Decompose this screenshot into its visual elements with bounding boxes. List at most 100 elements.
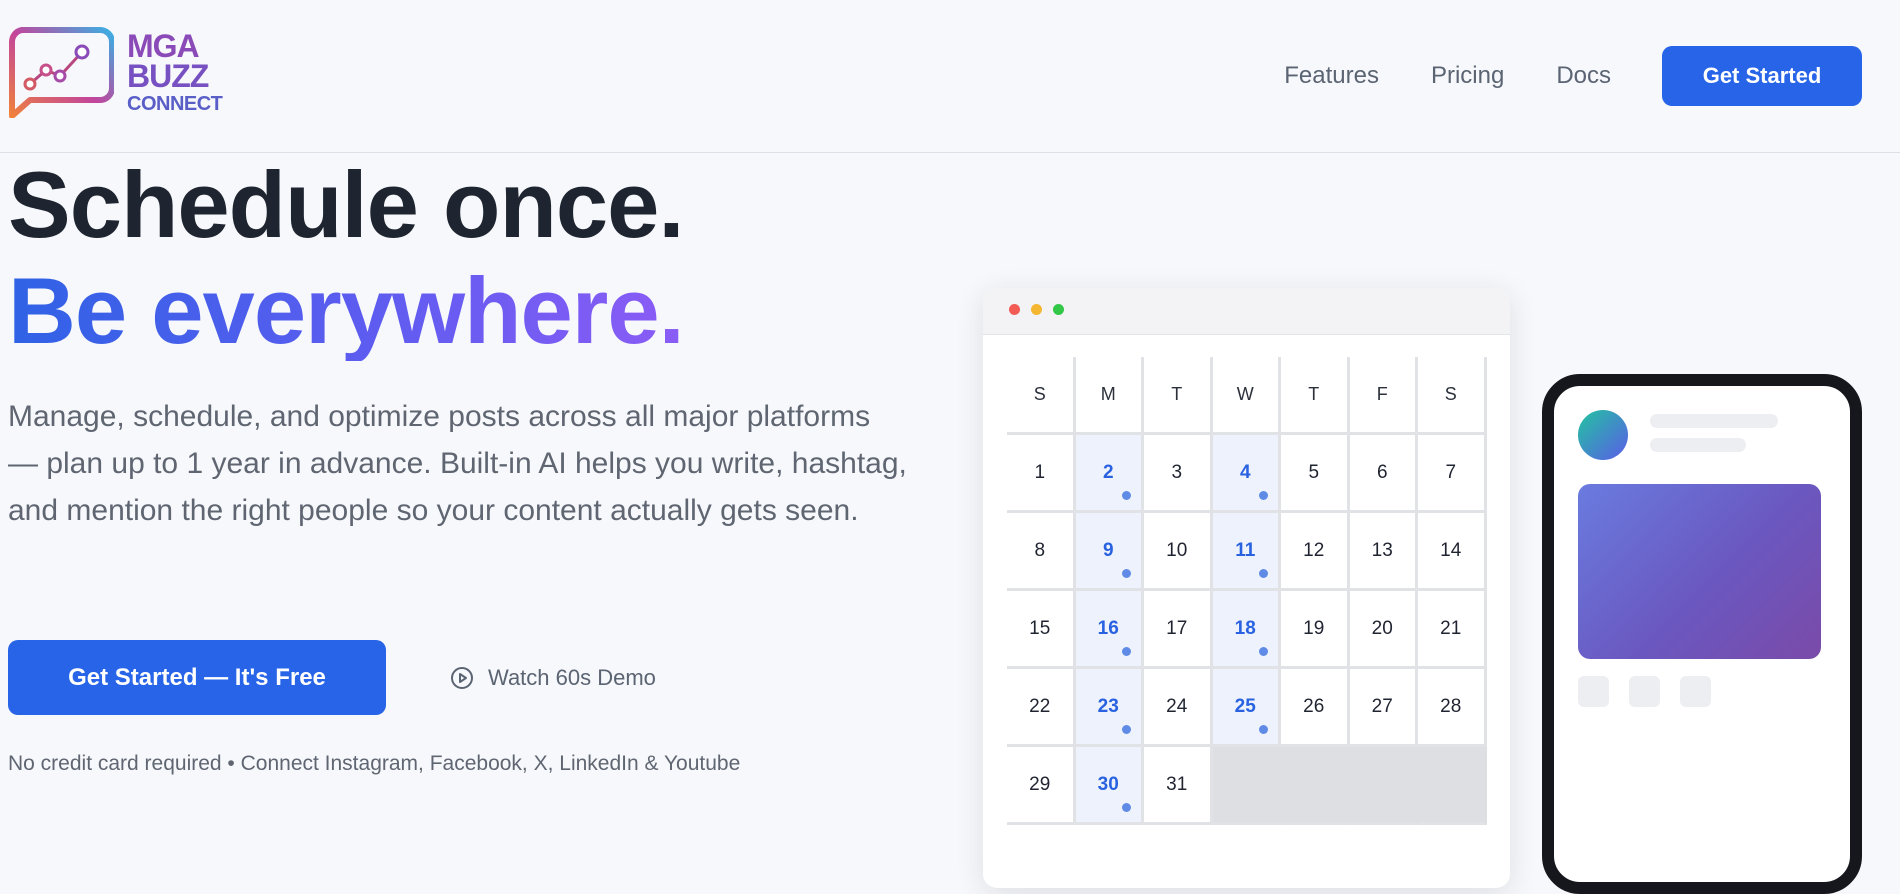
calendar-day-number: 18: [1234, 617, 1256, 639]
brand-logo[interactable]: MGA BUZZ CONNECT: [8, 24, 233, 119]
calendar-day-number: 5: [1308, 461, 1320, 483]
logo-line-2: BUZZ: [127, 58, 209, 94]
calendar-day-28[interactable]: 28: [1418, 669, 1487, 747]
calendar-day-14[interactable]: 14: [1418, 513, 1487, 591]
handle-placeholder: [1650, 438, 1746, 452]
calendar-day-25[interactable]: 25: [1212, 669, 1281, 747]
calendar-day-12[interactable]: 12: [1281, 513, 1350, 591]
scheduled-post-dot: [1259, 569, 1268, 578]
scheduled-post-dot: [1259, 491, 1268, 500]
brand-wordmark: MGA BUZZ CONNECT: [127, 30, 223, 115]
get-started-free-button[interactable]: Get Started — It's Free: [8, 640, 386, 715]
weekday-header: W: [1212, 357, 1281, 435]
calendar-day-4[interactable]: 4: [1212, 435, 1281, 513]
calendar-day-number: 9: [1102, 539, 1114, 561]
calendar-empty-cell: [1281, 747, 1350, 825]
window-minimize-dot: [1031, 304, 1042, 315]
scheduled-post-dot: [1259, 725, 1268, 734]
calendar-day-number: 28: [1440, 695, 1462, 717]
calendar-day-18[interactable]: 18: [1212, 591, 1281, 669]
scheduled-post-dot: [1122, 647, 1131, 656]
play-circle-icon: [451, 667, 473, 689]
calendar-day-17[interactable]: 17: [1144, 591, 1213, 669]
scheduled-post-dot: [1122, 491, 1131, 500]
scheduled-post-dot: [1122, 725, 1131, 734]
calendar-day-number: 21: [1440, 617, 1462, 639]
calendar-empty-cell: [1349, 747, 1418, 825]
hero-subheadline: Manage, schedule, and optimize posts acr…: [8, 400, 907, 527]
calendar-day-number: 11: [1235, 539, 1256, 561]
site-header: MGA BUZZ CONNECT Features Pricing Docs G…: [0, 0, 1900, 153]
scheduled-post-dot: [1259, 647, 1268, 656]
calendar-day-number: 30: [1097, 773, 1119, 795]
calendar-day-number: 31: [1166, 773, 1188, 795]
calendar-day-number: 8: [1034, 539, 1046, 561]
calendar-day-number: 1: [1034, 461, 1046, 483]
calendar-day-number: 12: [1303, 539, 1325, 561]
nav-link-docs[interactable]: Docs: [1556, 62, 1611, 90]
calendar-empty-cell: [1212, 747, 1281, 825]
calendar-day-29[interactable]: 29: [1007, 747, 1076, 825]
calendar-day-number: 23: [1097, 695, 1119, 717]
get-started-button[interactable]: Get Started: [1662, 46, 1862, 106]
calendar-day-number: 3: [1171, 461, 1183, 483]
calendar-day-19[interactable]: 19: [1281, 591, 1350, 669]
calendar-day-number: 27: [1371, 695, 1393, 717]
weekday-header: S: [1007, 357, 1076, 435]
weekday-header: S: [1418, 357, 1487, 435]
calendar-day-15[interactable]: 15: [1007, 591, 1076, 669]
calendar-grid: S M T W T F S 1 2 3 4 5 6 7 8 9 10 11 12 13 14 15 16 17 18 19 20 21…: [1007, 357, 1487, 825]
share-action-placeholder: [1680, 676, 1711, 707]
calendar-day-number: 16: [1097, 617, 1119, 639]
calendar-preview-window: S M T W T F S 1 2 3 4 5 6 7 8 9 10 11 12 13 14 15 16 17 18 19 20 21…: [983, 288, 1510, 888]
avatar: [1578, 410, 1628, 460]
calendar-day-24[interactable]: 24: [1144, 669, 1213, 747]
calendar-day-10[interactable]: 10: [1144, 513, 1213, 591]
calendar-day-22[interactable]: 22: [1007, 669, 1076, 747]
calendar-day-3[interactable]: 3: [1144, 435, 1213, 513]
watch-demo-label: Watch 60s Demo: [488, 665, 656, 690]
calendar-day-number: 17: [1166, 617, 1188, 639]
calendar-day-number: 26: [1303, 695, 1325, 717]
calendar-day-number: 2: [1102, 461, 1114, 483]
calendar-day-1[interactable]: 1: [1007, 435, 1076, 513]
calendar-day-31[interactable]: 31: [1144, 747, 1213, 825]
calendar-day-number: 24: [1166, 695, 1188, 717]
calendar-day-number: 15: [1029, 617, 1051, 639]
chat-chart-logo-icon: [9, 27, 114, 118]
calendar-day-number: 6: [1376, 461, 1388, 483]
calendar-day-8[interactable]: 8: [1007, 513, 1076, 591]
watch-demo-link[interactable]: Watch 60s Demo: [450, 660, 656, 696]
calendar-day-27[interactable]: 27: [1349, 669, 1418, 747]
calendar-day-11[interactable]: 11: [1212, 513, 1281, 591]
window-maximize-dot: [1053, 304, 1064, 315]
calendar-day-6[interactable]: 6: [1349, 435, 1418, 513]
calendar-day-number: 22: [1029, 695, 1051, 717]
hero-headline-line-1: Schedule once.: [8, 152, 685, 257]
hero-headline-line-2: Be everywhere.: [8, 258, 685, 363]
scheduled-post-dot: [1122, 569, 1131, 578]
calendar-day-2[interactable]: 2: [1075, 435, 1144, 513]
weekday-header: T: [1144, 357, 1213, 435]
calendar-day-21[interactable]: 21: [1418, 591, 1487, 669]
calendar-day-number: 7: [1445, 461, 1457, 483]
main-nav: Features Pricing Docs Get Started: [1284, 46, 1862, 106]
calendar-empty-cell: [1418, 747, 1487, 825]
weekday-header: T: [1281, 357, 1350, 435]
weekday-header: M: [1075, 357, 1144, 435]
username-placeholder: [1650, 414, 1778, 428]
nav-link-features[interactable]: Features: [1284, 62, 1379, 90]
calendar-day-7[interactable]: 7: [1418, 435, 1487, 513]
calendar-day-9[interactable]: 9: [1075, 513, 1144, 591]
calendar-day-13[interactable]: 13: [1349, 513, 1418, 591]
calendar-day-26[interactable]: 26: [1281, 669, 1350, 747]
calendar-day-23[interactable]: 23: [1075, 669, 1144, 747]
calendar-day-5[interactable]: 5: [1281, 435, 1350, 513]
calendar-day-30[interactable]: 30: [1075, 747, 1144, 825]
weekday-header: F: [1349, 357, 1418, 435]
calendar-day-16[interactable]: 16: [1075, 591, 1144, 669]
logo-line-3: CONNECT: [127, 93, 223, 115]
nav-link-pricing[interactable]: Pricing: [1431, 62, 1504, 90]
calendar-day-20[interactable]: 20: [1349, 591, 1418, 669]
calendar-day-number: 20: [1371, 617, 1393, 639]
